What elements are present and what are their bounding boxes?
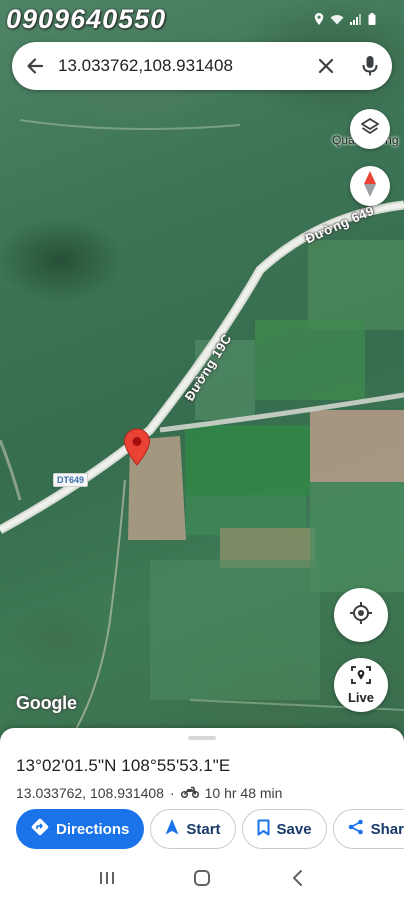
location-status-icon — [314, 12, 324, 30]
maps-app: Đường 19C Đường 649 Quang Tông DT649 Goo… — [0, 0, 404, 900]
directions-button[interactable]: Directions — [16, 809, 145, 849]
phone-watermark: 0909640550 — [6, 4, 167, 34]
start-label: Start — [186, 820, 221, 838]
compass-button[interactable] — [350, 166, 390, 206]
share-label: Share — [370, 820, 404, 838]
place-bottom-sheet[interactable]: 13°02'01.5"N 108°55'53.1"E 13.033762, 10… — [0, 728, 404, 856]
live-view-icon — [351, 665, 371, 689]
compass-icon — [363, 170, 377, 202]
search-input[interactable]: 13.033762,108.931408 — [58, 56, 304, 76]
microphone-icon[interactable] — [348, 42, 392, 90]
route-shield-dt649: DT649 — [53, 473, 89, 487]
google-attribution: Google — [16, 693, 77, 713]
directions-icon — [31, 818, 49, 840]
share-button[interactable]: Share — [332, 809, 404, 849]
action-chips: Directions Start Save Share — [16, 809, 404, 849]
sheet-drag-handle[interactable] — [188, 736, 216, 740]
back-icon[interactable] — [277, 860, 317, 896]
search-bar[interactable]: 13.033762,108.931408 — [12, 42, 392, 90]
layers-icon — [360, 117, 380, 142]
motorcycle-icon — [180, 785, 199, 801]
my-location-icon — [349, 601, 373, 630]
live-view-label: Live — [347, 689, 374, 705]
save-button[interactable]: Save — [241, 809, 327, 849]
battery-icon — [368, 12, 376, 30]
clear-icon[interactable] — [304, 42, 348, 90]
wifi-icon — [330, 12, 344, 30]
home-icon[interactable] — [182, 860, 222, 896]
share-icon — [348, 819, 364, 839]
directions-label: Directions — [56, 820, 130, 838]
navigation-arrow-icon — [165, 819, 179, 839]
signal-icon — [350, 12, 362, 30]
system-navigation-bar — [0, 856, 404, 900]
my-location-button[interactable] — [334, 588, 388, 642]
coordinates-dms: 13°02'01.5"N 108°55'53.1"E — [16, 756, 231, 775]
recent-apps-icon[interactable] — [87, 860, 127, 896]
save-label: Save — [276, 820, 312, 838]
live-view-button[interactable]: Live — [334, 658, 388, 712]
bookmark-icon — [257, 819, 270, 840]
status-bar-icons — [314, 12, 376, 30]
coordinates-decimal: 13.033762, 108.931408 — [16, 785, 164, 801]
back-arrow-icon[interactable] — [12, 42, 58, 90]
travel-time: 10 hr 48 min — [204, 785, 283, 801]
separator-dot: · — [169, 785, 175, 801]
layers-button[interactable] — [350, 109, 390, 149]
start-button[interactable]: Start — [150, 809, 236, 849]
coordinates-row: 13.033762, 108.931408 · 10 hr 48 min — [16, 785, 282, 801]
